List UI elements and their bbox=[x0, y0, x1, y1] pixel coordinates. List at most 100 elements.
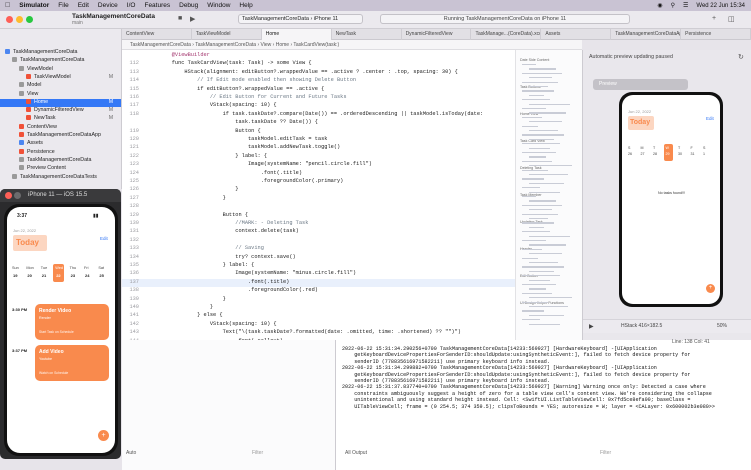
preview-add-button[interactable]: + bbox=[706, 284, 715, 293]
preview-day-number[interactable]: 31 bbox=[691, 152, 695, 156]
editor-tab[interactable]: TaskViewModel bbox=[192, 29, 262, 40]
minimize-window-button[interactable] bbox=[16, 16, 23, 23]
menu-io[interactable]: I/O bbox=[127, 2, 136, 9]
file-icon bbox=[26, 115, 31, 121]
sim-day-number[interactable]: 23 bbox=[71, 273, 75, 278]
app-menu[interactable]: Simulator bbox=[19, 2, 49, 9]
control-center-icon[interactable]: ☰ bbox=[683, 2, 688, 9]
code-text: } else { bbox=[159, 312, 223, 319]
editor-tab[interactable]: DynamicFilteredView bbox=[402, 29, 472, 40]
sim-day-number[interactable]: 21 bbox=[42, 273, 46, 278]
menu-window[interactable]: Window bbox=[207, 2, 230, 9]
task-card[interactable]: Render Video Render Start Task on Schedule bbox=[35, 304, 109, 340]
auto-filter-select[interactable]: Auto bbox=[126, 450, 136, 456]
code-line: 118 if task.taskDate?.compare(Date()) ==… bbox=[122, 111, 515, 119]
sim-day-number[interactable]: 22 bbox=[56, 273, 60, 278]
navigator-item[interactable]: ContentView bbox=[0, 124, 121, 132]
run-icon[interactable]: ▶ bbox=[190, 15, 195, 23]
output-select[interactable]: All Output bbox=[345, 450, 367, 456]
sim-day-number[interactable]: 25 bbox=[99, 273, 103, 278]
navigator-item[interactable]: NewTask M bbox=[0, 115, 121, 123]
sim-minimize-button[interactable] bbox=[14, 192, 21, 199]
preview-day-number[interactable]: 29 bbox=[666, 152, 670, 156]
navigator-item[interactable]: Assets bbox=[0, 140, 121, 148]
preview-edit-button[interactable]: Edit bbox=[706, 116, 714, 121]
scheme-selector[interactable]: TaskManagementCoreData › iPhone 11 bbox=[238, 14, 363, 24]
code-line: 130 //MARK: - Deleting Task bbox=[122, 220, 515, 228]
navigator-item[interactable]: TaskViewModel M bbox=[0, 74, 121, 82]
navigator-item[interactable]: Preview Content bbox=[0, 165, 121, 173]
code-text: } label: { bbox=[159, 152, 268, 159]
navigator-item[interactable]: Home M bbox=[0, 98, 121, 108]
stop-icon[interactable]: ■ bbox=[178, 15, 182, 22]
code-line: 136 Image(systemName: "minus.circle.fill… bbox=[122, 270, 515, 278]
menu-clock[interactable]: Wed 22 Jun 15:34 bbox=[696, 3, 745, 9]
minimap-code-line bbox=[529, 156, 546, 158]
menu-file[interactable]: File bbox=[58, 2, 68, 9]
menu-help[interactable]: Help bbox=[239, 2, 252, 9]
minimap-code-line bbox=[522, 204, 562, 207]
sim-day-number[interactable]: 24 bbox=[85, 273, 89, 278]
console-output[interactable]: 2022-06-22 15:31:34.290256+0700 TaskMana… bbox=[335, 340, 751, 470]
menu-features[interactable]: Features bbox=[144, 2, 170, 9]
minimap-code-line bbox=[522, 64, 536, 66]
close-window-button[interactable] bbox=[6, 16, 13, 23]
preview-day-number[interactable]: 27 bbox=[641, 152, 645, 156]
sim-day-number[interactable]: 20 bbox=[27, 273, 31, 278]
menu-edit[interactable]: Edit bbox=[78, 2, 89, 9]
preview-day-number[interactable]: 30 bbox=[678, 152, 682, 156]
navigator-item[interactable]: Persistence bbox=[0, 149, 121, 157]
navigator-item[interactable]: TaskManagementCoreData bbox=[0, 157, 121, 165]
navigator-item[interactable]: DynamicFilteredView M bbox=[0, 107, 121, 115]
code-line: task.taskDate ?? Date()) { bbox=[122, 119, 515, 127]
minimap[interactable]: Date Side ContentTask ButtonsHome ViewTa… bbox=[515, 50, 582, 340]
sim-close-button[interactable] bbox=[5, 192, 12, 199]
refresh-icon[interactable]: ↻ bbox=[738, 53, 744, 61]
inspector-toggle-icon[interactable]: ◫ bbox=[728, 15, 735, 23]
add-icon[interactable]: + bbox=[712, 15, 716, 22]
editor-tab[interactable]: Assets bbox=[541, 29, 612, 40]
minimap-code-line bbox=[522, 292, 552, 295]
preview-day-number[interactable]: 28 bbox=[653, 152, 657, 156]
preview-day-number[interactable]: 26 bbox=[628, 152, 632, 156]
sim-add-task-button[interactable]: + bbox=[98, 430, 109, 441]
navigator-item[interactable]: TaskManagementCoreDataTests bbox=[0, 174, 121, 182]
navigator-item[interactable]: Model bbox=[0, 82, 121, 90]
line-number: 139 bbox=[129, 295, 139, 302]
minimap-mark[interactable]: Date Side Content bbox=[520, 58, 549, 62]
navigator-item[interactable]: TaskManagementCoreData bbox=[0, 49, 121, 57]
sim-edit-button[interactable]: Edit bbox=[100, 236, 108, 241]
wifi-icon[interactable]: ◉ bbox=[657, 2, 662, 9]
code-text: VStack(spacing: 10) { bbox=[159, 320, 277, 327]
zoom-level[interactable]: 50% bbox=[717, 323, 727, 329]
code-editor[interactable]: @ViewBuilder 112 func TaskCardView(task: … bbox=[122, 50, 515, 360]
menu-device[interactable]: Device bbox=[98, 2, 118, 9]
preview-day-number[interactable]: 1 bbox=[703, 152, 705, 156]
minimap-code-line bbox=[522, 125, 538, 127]
apple-menu-icon[interactable]:  bbox=[5, 2, 10, 9]
live-preview-icon[interactable]: ▶ bbox=[589, 323, 594, 330]
navigator-item[interactable]: TaskManagementCoreDataApp bbox=[0, 132, 121, 140]
editor-tab[interactable]: NewTask bbox=[332, 29, 402, 40]
navigator-item[interactable]: ViewModel bbox=[0, 66, 121, 74]
editor-tab[interactable]: TaskManagementCoreDataApp bbox=[611, 29, 682, 40]
editor-tab[interactable]: Home bbox=[261, 29, 332, 40]
code-text: Button { bbox=[159, 127, 261, 134]
editor-tab[interactable]: ContentView bbox=[122, 29, 192, 40]
navigator-item[interactable]: View bbox=[0, 91, 121, 99]
code-line: 128 bbox=[122, 203, 515, 211]
menu-debug[interactable]: Debug bbox=[179, 2, 198, 9]
code-text: taskModel.addNewTask.toggle() bbox=[159, 144, 341, 151]
variables-filter[interactable]: Filter bbox=[252, 450, 263, 456]
zoom-window-button[interactable] bbox=[26, 16, 33, 23]
console-filter[interactable]: Filter bbox=[600, 450, 611, 456]
jump-bar[interactable]: TaskManagementCoreData › TaskManagementC… bbox=[122, 40, 582, 50]
search-icon[interactable]: ⚲ bbox=[671, 2, 675, 9]
preview-label[interactable]: Preview bbox=[593, 79, 688, 90]
editor-tab[interactable]: Persistence bbox=[681, 29, 751, 40]
line-number: 131 bbox=[129, 228, 139, 235]
navigator-item[interactable]: TaskManagementCoreData bbox=[0, 57, 121, 65]
task-card[interactable]: Add Video Youtube Watch on Schedule bbox=[35, 345, 109, 381]
sim-day-number[interactable]: 19 bbox=[13, 273, 17, 278]
editor-tab[interactable]: TaskManage...(CoreData).xcdatamodeld bbox=[471, 29, 542, 40]
